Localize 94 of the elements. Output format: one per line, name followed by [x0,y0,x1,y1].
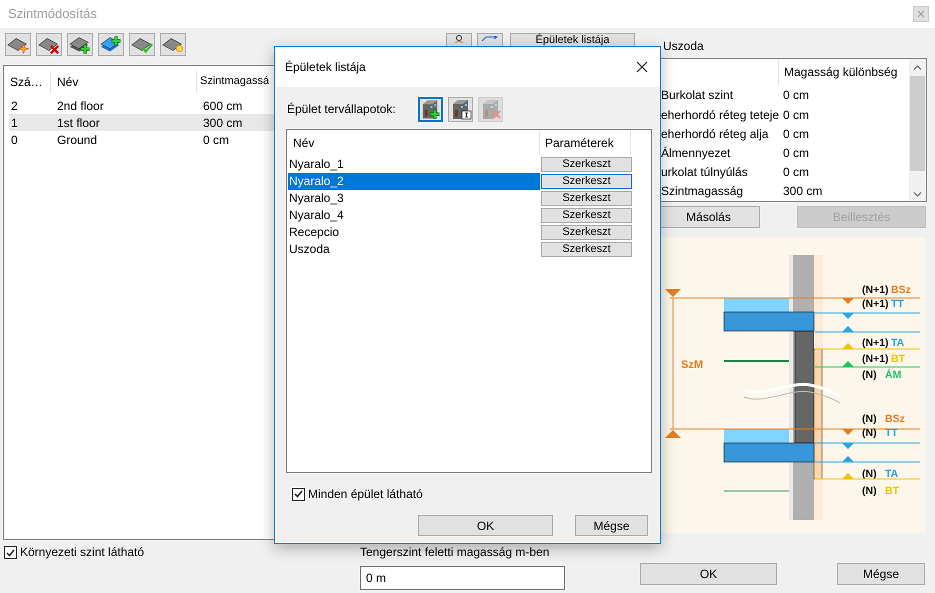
table-cell-text: 0 cm [202,132,230,148]
level-prefix: (N) [862,413,877,425]
field-label: Tengerszint feletti magasság m-ben [360,545,550,559]
house-add-icon [420,98,441,120]
table-cell-text: 0 cm [783,145,810,162]
table-cell-text: eherhordó réteg alja [660,126,770,143]
table-cell-text: 0 cm [783,126,810,143]
table-cell-text: 0 [10,132,19,148]
building-row[interactable]: Uszoda [288,241,540,258]
column-header[interactable]: Név [50,70,196,92]
checkbox-label: Környezeti szint látható [20,546,144,559]
table-cell-text: Álmennyezet [660,145,732,162]
table-cell-text: Szintmagasság [660,183,744,200]
edit-button[interactable]: Szerkeszt [541,174,632,189]
table-cell-text: 300 cm [783,183,822,200]
slab-stack-add-icon [68,34,92,54]
edit-button[interactable]: Szerkeszt [541,225,632,240]
level-code: BT [891,353,905,365]
checkbox[interactable] [4,546,17,559]
level-prefix: (N) [862,485,877,497]
table-cell-text: Ground [56,132,98,148]
toolbar-button[interactable] [129,33,155,56]
table-cell-text: eherhordó réteg teteje [660,106,780,124]
level-prefix: (N) [862,427,877,439]
ok-button[interactable]: OK [418,515,553,536]
close-button[interactable] [634,59,650,75]
toolbar-button[interactable] [98,33,124,56]
close-icon [917,10,925,18]
level-prefix: (N+1) [862,353,889,365]
column-header[interactable]: Szintmagassá [196,70,270,92]
level-code: TT [885,427,898,439]
edit-button[interactable]: Szerkeszt [541,191,632,206]
level-code: ÁM [885,369,902,381]
scroll-down-icon [913,192,922,197]
close-icon [636,61,648,73]
toolbar-button[interactable] [67,33,93,56]
table-cell-text: 1 [10,114,19,132]
table-cell-text: 2nd floor [56,98,105,114]
table-cell-text: 600 cm [202,98,242,114]
level-code: TT [891,298,904,310]
level-code: TA [885,468,898,480]
state-tool-button[interactable] [418,96,443,122]
checkbox[interactable] [292,488,305,500]
level-prefix: (N+1) [862,337,889,349]
table-cell-text: 0 cm [783,87,810,104]
cancel-button[interactable]: Mégse [575,515,648,536]
edit-button[interactable]: Szerkeszt [541,242,632,257]
column-header[interactable]: Név [287,131,539,155]
building-row[interactable]: Nyaralo_3 [288,190,540,207]
window-title: Szintmódosítás [8,5,97,24]
building-row[interactable]: Nyaralo_2 [288,173,540,190]
edit-button[interactable]: Szerkeszt [541,208,632,223]
level-prefix: (N) [862,468,877,480]
checkbox-label: Minden épület látható [308,486,423,503]
building-row[interactable]: Recepcio [288,224,540,241]
toolbar-button[interactable] [36,33,62,56]
slab-stack-plus-icon [99,34,123,54]
level-code: BSz [885,413,905,425]
ok-button[interactable]: OK [640,563,777,585]
checkmark-icon [6,548,15,556]
dialog-title: Épületek listája [285,59,366,76]
table-cell-text: 300 cm [202,114,242,132]
building-row[interactable]: Nyaralo_1 [288,156,540,173]
states-label: Épület tervállapotok: [287,101,397,118]
toolbar-button[interactable] [5,33,31,56]
column-header[interactable]: Magasság különbség [778,59,898,86]
building-name: Uszoda [663,39,705,55]
person-icon [453,35,465,43]
table-cell-text: 2 [10,98,19,114]
toolbar-button[interactable] [160,33,186,56]
scroll-thumb[interactable] [910,76,925,171]
level-prefix: (N) [862,369,877,381]
checkmark-icon [294,490,303,498]
edit-button[interactable]: Szerkeszt [541,157,632,172]
column-header[interactable]: Szá… [4,70,50,92]
scroll-up-icon [913,65,922,70]
arrow-icon [481,36,499,42]
sea-level-field[interactable]: 0 m [360,566,565,590]
column-header[interactable]: Paraméterek [539,131,631,155]
table-cell-text: 0 cm [783,164,810,182]
level-prefix: (N+1) [862,284,889,296]
level-code: BT [885,485,899,497]
level-code: BSz [891,284,911,296]
table-cell-text: urkolat túlnyúlás [660,164,749,182]
table-cell-text: Burkolat szint [660,87,734,104]
building-row[interactable]: Nyaralo_4 [288,207,540,224]
table-cell-text: 0 cm [783,106,810,124]
dimension-label: SzM [681,359,703,371]
level-code: TA [891,337,904,349]
scrollbar[interactable] [909,59,926,201]
table-cell-text: 1st floor [56,114,101,132]
state-tool-button[interactable] [448,96,473,122]
level-prefix: (N+1) [862,298,889,310]
cancel-button[interactable]: Mégse [837,563,925,585]
